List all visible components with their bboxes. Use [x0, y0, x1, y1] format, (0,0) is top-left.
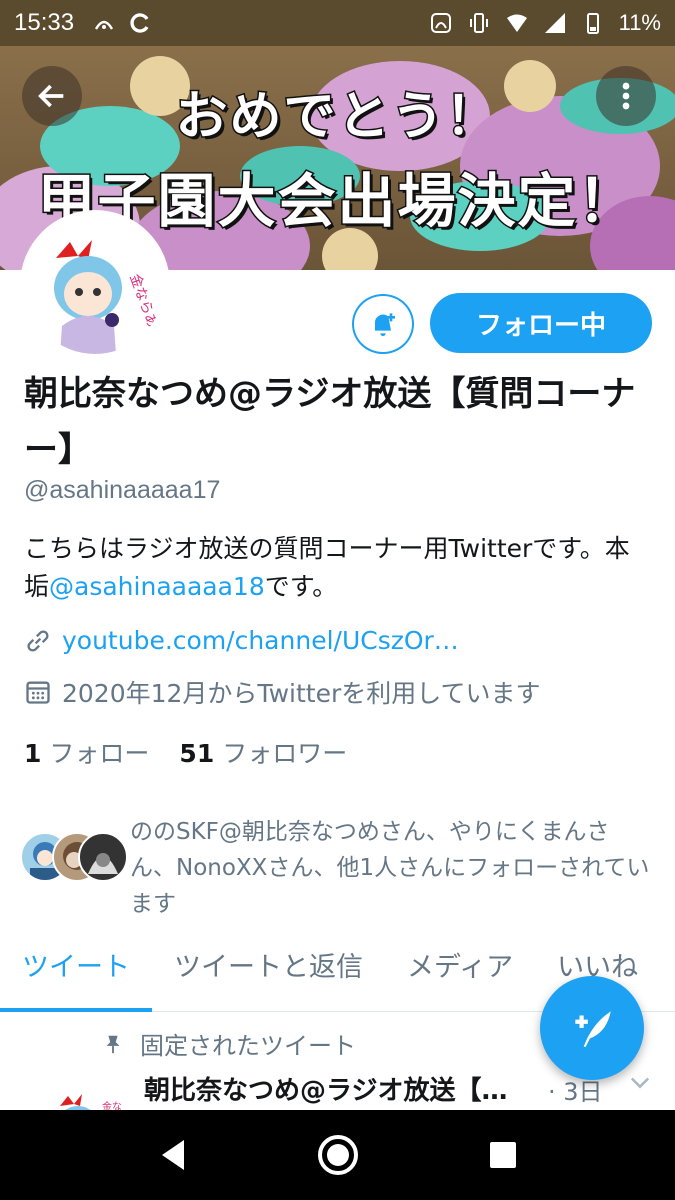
square-recents-icon	[489, 1142, 516, 1168]
circle-home-icon	[317, 1135, 358, 1175]
bio-text-suffix: です。	[264, 572, 338, 601]
followers-count: 51	[179, 739, 215, 768]
pinned-label-text: 固定されたツイート	[140, 1032, 356, 1060]
more-vertical-icon	[622, 82, 630, 110]
status-bar: 15:33 11%	[0, 0, 675, 46]
pinned-tweet-label: 固定されたツイート	[102, 1026, 356, 1061]
followers-count-link[interactable]: 51 フォロワー	[179, 734, 347, 770]
avatar-illustration: 金ならある!	[26, 216, 164, 354]
tab-media[interactable]: メディア	[385, 938, 535, 1012]
sync-icon	[130, 13, 149, 33]
triangle-back-icon	[161, 1140, 184, 1170]
follower-avatar	[78, 832, 128, 882]
compose-tweet-button[interactable]	[540, 976, 644, 1080]
battery-icon	[586, 13, 599, 34]
nav-home-button[interactable]	[308, 1125, 368, 1185]
following-button[interactable]: フォロー中	[430, 293, 652, 353]
notifications-button[interactable]	[352, 294, 414, 354]
tab-tweets[interactable]: ツイート	[0, 938, 152, 1012]
nav-recents-button[interactable]	[473, 1125, 533, 1185]
android-nav-bar	[0, 1110, 675, 1200]
followed-by-section[interactable]: ののSKF@朝比奈なつめさん、やりにくまんさん、NonoXXさん、他1人さんにフ…	[20, 814, 660, 922]
tab-tweets-and-replies[interactable]: ツイートと返信	[152, 938, 385, 1012]
tweet-author-avatar[interactable]: 金な	[44, 1080, 124, 1112]
bio-mention-link[interactable]: @asahinaaaaa18	[49, 572, 265, 601]
user-handle: @asahinaaaaa17	[24, 476, 221, 504]
profile-avatar[interactable]: 金ならある!	[20, 210, 170, 360]
signal-icon	[544, 13, 565, 33]
calendar-icon	[26, 681, 50, 704]
compose-feather-icon	[575, 1011, 611, 1047]
followers-label: フォロワー	[222, 739, 348, 768]
following-count-link[interactable]: 1 フォロー	[24, 734, 149, 770]
followed-by-text: ののSKF@朝比奈なつめさん、やりにくまんさん、NonoXXさん、他1人さんにフ…	[130, 819, 650, 917]
cast-icon	[430, 13, 451, 33]
following-label: フォロー	[49, 739, 150, 768]
vibrate-icon	[469, 13, 488, 33]
arrow-left-icon	[38, 84, 64, 108]
back-button[interactable]	[22, 66, 82, 126]
link-icon	[27, 629, 49, 652]
status-time: 15:33	[14, 9, 75, 36]
following-count: 1	[24, 739, 42, 768]
joined-date-row: 2020年12月からTwitterを利用しています	[24, 674, 540, 710]
tweet-author-name: 朝比奈なつめ@ラジオ放送【…	[144, 1076, 508, 1106]
followed-by-avatars	[20, 832, 128, 884]
banner-headline: おめでとう！	[174, 86, 500, 149]
battery-level: 11%	[618, 10, 661, 35]
joined-date-text: 2020年12月からTwitterを利用しています	[62, 679, 541, 708]
chevron-down-icon[interactable]	[626, 1068, 654, 1096]
pin-icon	[106, 1035, 120, 1053]
profile-link-row: youtube.com/channel/UCszOr…	[24, 626, 459, 655]
profile-bio: こちらはラジオ放送の質問コーナー用Twitterです。本垢@asahinaaaa…	[24, 530, 654, 606]
profile-url-link[interactable]: youtube.com/channel/UCszOr…	[62, 626, 459, 655]
nav-back-button[interactable]	[143, 1125, 203, 1185]
more-options-button[interactable]	[596, 66, 656, 126]
nfc-icon	[95, 20, 114, 30]
bell-plus-icon	[374, 313, 395, 336]
display-name: 朝比奈なつめ@ラジオ放送【質問コーナー】	[24, 374, 636, 470]
follow-counts: 1 フォロー 51 フォロワー	[24, 734, 347, 770]
wifi-icon	[506, 14, 527, 32]
